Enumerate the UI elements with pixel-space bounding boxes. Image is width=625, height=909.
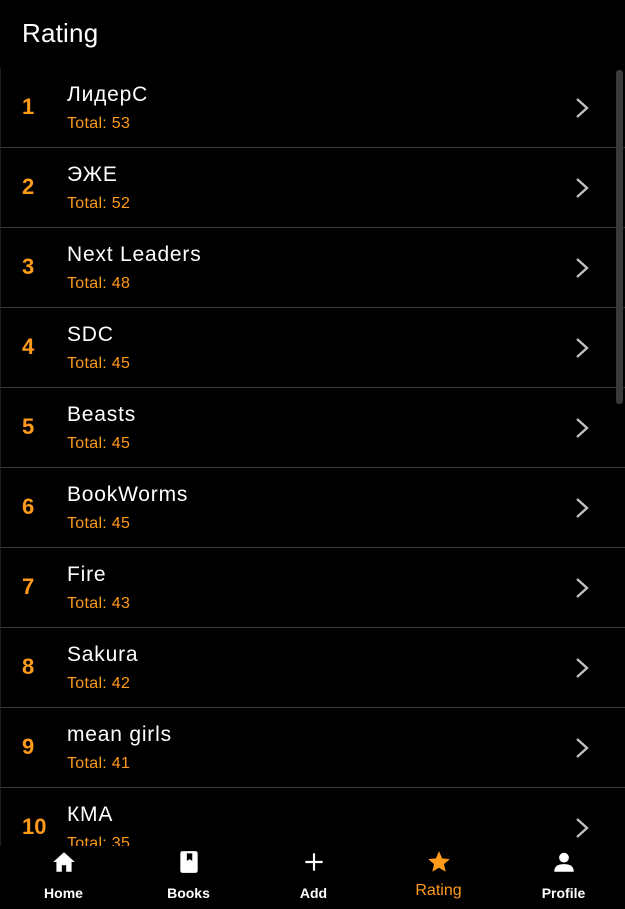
team-name: Beasts — [67, 403, 136, 426]
team-name: ЛидерС — [67, 83, 149, 106]
chevron-right-icon — [576, 98, 589, 118]
chevron-right-icon — [576, 498, 589, 518]
person-icon — [554, 852, 574, 872]
rating-list[interactable]: 1 ЛидерС Total: 53 2 ЭЖЕ Total: 52 3 Nex… — [0, 68, 625, 846]
nav-item-rating[interactable]: Rating — [376, 846, 501, 909]
list-item[interactable]: 2 ЭЖЕ Total: 52 — [1, 148, 625, 228]
list-item[interactable]: 9 mean girls Total: 41 — [1, 708, 625, 788]
list-item[interactable]: 5 Beasts Total: 45 — [1, 388, 625, 468]
team-name: ЭЖЕ — [67, 163, 118, 186]
chevron-right-icon — [576, 338, 589, 358]
app-bar: Rating — [0, 0, 625, 68]
team-total: Total: 52 — [67, 195, 131, 212]
team-total: Total: 45 — [67, 515, 131, 532]
team-total: Total: 42 — [67, 675, 131, 692]
chevron-right-icon — [576, 178, 589, 198]
chevron-right-icon — [576, 418, 589, 438]
team-total: Total: 48 — [67, 275, 131, 292]
nav-label: Home — [44, 885, 83, 901]
list-item[interactable]: 4 SDC Total: 45 — [1, 308, 625, 388]
rank-number: 1 — [22, 94, 35, 119]
team-total: Total: 53 — [67, 115, 131, 132]
nav-item-home[interactable]: Home — [1, 846, 126, 909]
rank-number: 4 — [22, 334, 35, 359]
team-name: mean girls — [67, 723, 172, 746]
chevron-right-icon — [576, 658, 589, 678]
chevron-right-icon — [576, 578, 589, 598]
team-total: Total: 45 — [67, 355, 131, 372]
nav-item-books[interactable]: Books — [126, 846, 251, 909]
plus-icon — [305, 853, 323, 871]
nav-label: Profile — [541, 885, 586, 901]
nav-label: Add — [299, 885, 328, 901]
nav-label: Books — [167, 885, 210, 901]
star-icon — [428, 851, 450, 872]
team-name: SDC — [67, 323, 114, 346]
team-name: BookWorms — [67, 483, 189, 506]
chevron-right-icon — [576, 258, 589, 278]
chevron-right-icon — [576, 738, 589, 758]
team-total: Total: 45 — [67, 435, 131, 452]
book-icon — [180, 851, 198, 873]
nav-item-add[interactable]: Add — [251, 846, 376, 909]
team-name: Fire — [67, 563, 107, 586]
list-item[interactable]: 10 КМА Total: 35 — [1, 788, 625, 846]
team-name: КМА — [67, 803, 114, 826]
rank-number: 2 — [22, 174, 35, 199]
team-total: Total: 43 — [67, 595, 131, 612]
list-item[interactable]: 7 Fire Total: 43 — [1, 548, 625, 628]
chevron-right-icon — [576, 818, 589, 838]
team-total: Total: 35 — [67, 835, 131, 846]
list-item[interactable]: 3 Next Leaders Total: 48 — [1, 228, 625, 308]
scrollbar[interactable] — [616, 70, 623, 404]
page-title: Rating — [22, 18, 99, 48]
nav-label: Rating — [415, 882, 462, 899]
rank-number: 7 — [22, 574, 35, 599]
team-total: Total: 41 — [67, 755, 131, 772]
rank-number: 6 — [22, 494, 35, 519]
team-name: Sakura — [67, 643, 139, 666]
list-item[interactable]: 1 ЛидерС Total: 53 — [1, 68, 625, 148]
home-icon — [53, 852, 75, 872]
rank-number: 5 — [22, 414, 35, 439]
rank-number: 9 — [22, 734, 35, 759]
rank-number: 8 — [22, 654, 35, 679]
list-item[interactable]: 8 Sakura Total: 42 — [1, 628, 625, 708]
rank-number: 3 — [22, 254, 35, 279]
nav-item-profile[interactable]: Profile — [501, 846, 625, 909]
team-name: Next Leaders — [67, 243, 202, 266]
bottom-navigation: Home Books Add Rating Profile — [0, 846, 625, 909]
list-item[interactable]: 6 BookWorms Total: 45 — [1, 468, 625, 548]
rank-number: 10 — [22, 814, 47, 839]
